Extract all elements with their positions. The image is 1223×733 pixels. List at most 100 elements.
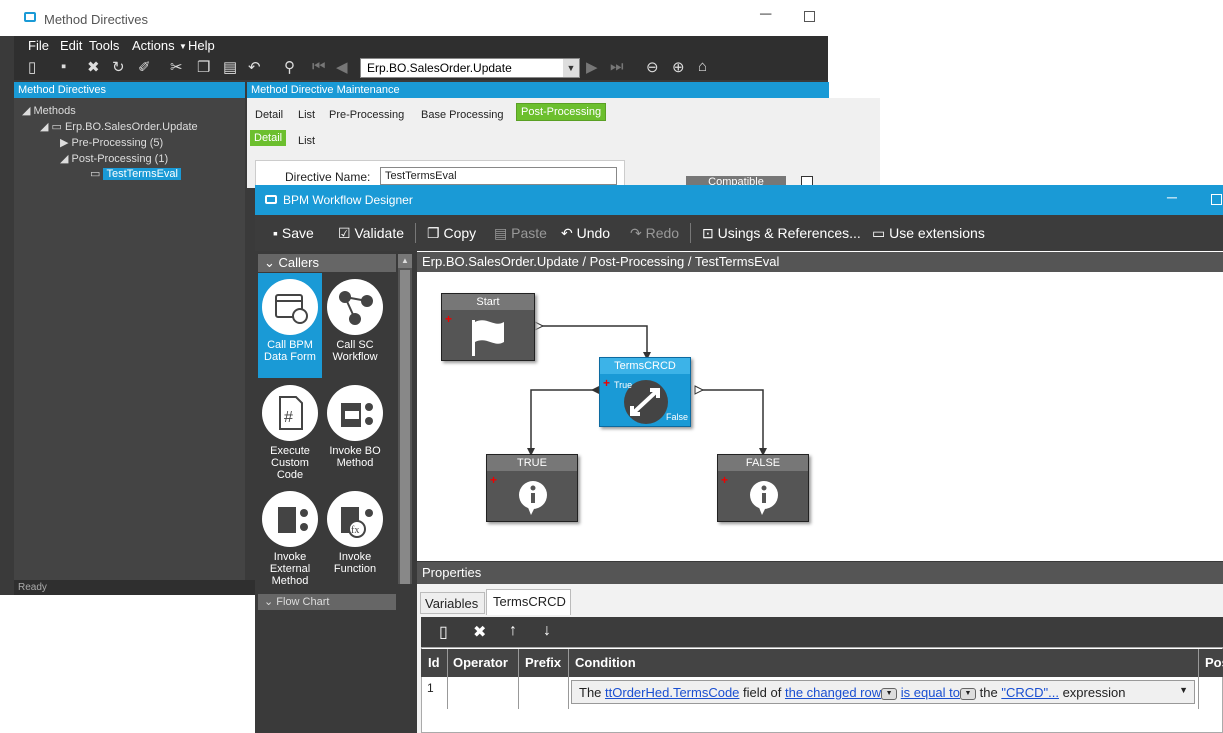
add-icon[interactable]: + [721, 473, 728, 487]
scroll-thumb[interactable] [400, 270, 410, 584]
palette-call-sc-workflow[interactable]: Call SC Workflow [323, 273, 387, 378]
cut-icon[interactable]: ✂ [170, 58, 183, 76]
palette-invoke-external-method[interactable]: Invoke External Method [258, 485, 322, 590]
method-combo[interactable]: Erp.BO.SalesOrder.Update ▼ [360, 58, 580, 78]
usings-button[interactable]: ⊡ Usings & References... [702, 225, 861, 242]
palette-execute-custom-code[interactable]: # Execute Custom Code [258, 379, 322, 484]
first-record-icon[interactable]: ⏮ [312, 58, 326, 75]
col-position[interactable]: Pos [1205, 655, 1223, 670]
tab-variables[interactable]: Variables [420, 592, 485, 614]
subtab-detail[interactable]: Detail [250, 130, 287, 146]
operator-dropdown-icon[interactable]: ▼ [960, 687, 976, 700]
window-title: Method Directives [44, 12, 149, 27]
menu-tools[interactable]: Tools [89, 38, 119, 53]
value-link[interactable]: "CRCD"... [1001, 685, 1059, 700]
move-down-icon[interactable]: ↓ [543, 622, 551, 640]
menu-actions[interactable]: Actions [132, 38, 175, 53]
undo-icon[interactable]: ↶ [248, 58, 261, 76]
add-icon[interactable]: + [603, 376, 610, 390]
menu-file[interactable]: File [28, 38, 49, 53]
palette-call-bpm-data-form[interactable]: Call BPM Data Form [258, 273, 322, 378]
paste-button[interactable]: ▤ Paste [494, 225, 547, 242]
paste-icon[interactable]: ▤ [223, 58, 237, 76]
tree-method[interactable]: ◢ ▭ Erp.BO.SalesOrder.Update [40, 120, 198, 133]
delete-row-icon[interactable]: ✖ [473, 622, 486, 642]
palette-scrollbar[interactable]: ▲ [398, 254, 412, 584]
menu-help[interactable]: Help [188, 38, 215, 53]
col-operator[interactable]: Operator [453, 655, 508, 670]
combo-value: Erp.BO.SalesOrder.Update [367, 61, 512, 75]
tab-detail[interactable]: Detail [255, 109, 283, 121]
chevron-down-icon[interactable]: ▼ [1179, 685, 1188, 695]
refresh-icon[interactable]: ↻ [112, 58, 125, 76]
tab-base-processing[interactable]: Base Processing [421, 109, 504, 121]
scroll-up-icon[interactable]: ▲ [398, 254, 412, 268]
directive-name-input[interactable]: TestTermsEval [380, 167, 617, 185]
callers-group-header[interactable]: ⌄ Callers [258, 254, 396, 272]
tree-post[interactable]: ◢ Post-Processing (1) [60, 152, 168, 165]
move-up-icon[interactable]: ↑ [509, 622, 517, 640]
panel-header: Method Directive Maintenance [247, 82, 829, 98]
field-link[interactable]: ttOrderHed.TermsCode [605, 685, 739, 700]
true-node[interactable]: TRUE + [486, 454, 578, 522]
back-icon[interactable]: ⊖ [646, 58, 659, 76]
clear-icon[interactable]: ✐ [138, 58, 151, 76]
new-row-icon[interactable]: ▯ [439, 622, 448, 642]
col-id[interactable]: Id [428, 655, 440, 670]
save-icon[interactable]: ▪ [61, 58, 66, 75]
minimize-button[interactable]: ─ [1167, 189, 1177, 205]
column-divider [447, 649, 448, 709]
binoculars-icon[interactable]: ⚲ [284, 58, 295, 76]
tab-post-processing[interactable]: Post-Processing [516, 103, 607, 121]
false-node[interactable]: FALSE + [717, 454, 809, 522]
palette-invoke-function[interactable]: fx Invoke Function [323, 485, 387, 590]
row-dropdown-icon[interactable]: ▼ [881, 687, 898, 700]
maximize-button[interactable] [1211, 194, 1222, 205]
condition-node[interactable]: TermsCRCD + True False [599, 357, 691, 427]
code-icon: # [262, 385, 318, 441]
last-record-icon[interactable]: ⏭ [610, 58, 624, 75]
column-divider [1198, 649, 1199, 709]
svg-text:fx: fx [351, 525, 359, 536]
delete-icon[interactable]: ✖ [87, 58, 100, 76]
copy-button[interactable]: ❐ Copy [427, 225, 476, 242]
palette-invoke-bo-method[interactable]: Invoke BO Method [323, 379, 387, 484]
start-node[interactable]: Start + [441, 293, 535, 361]
col-condition[interactable]: Condition [575, 655, 636, 670]
operator-link[interactable]: is equal to [901, 685, 960, 700]
tree-directive[interactable]: ▭ TestTermsEval [90, 167, 181, 180]
new-icon[interactable]: ▯ [28, 58, 36, 76]
minimize-button[interactable]: ─ [760, 6, 771, 24]
maximize-button[interactable] [804, 11, 815, 22]
home-icon[interactable]: ⌂ [698, 58, 707, 75]
tab-list[interactable]: List [298, 109, 315, 121]
undo-button[interactable]: ↶ Undo [561, 225, 610, 242]
col-prefix[interactable]: Prefix [525, 655, 561, 670]
validate-button[interactable]: ☑ Validate [338, 225, 404, 242]
redo-button[interactable]: ↷ Redo [630, 225, 679, 242]
directive-tree: ◢ Methods ◢ ▭ Erp.BO.SalesOrder.Update ▶… [14, 98, 245, 580]
condition-node-title: TermsCRCD [600, 358, 690, 374]
tab-pre-processing[interactable]: Pre-Processing [329, 109, 404, 121]
copy-icon[interactable]: ❐ [197, 58, 210, 76]
add-icon[interactable]: + [490, 473, 497, 487]
prev-record-icon[interactable]: ◀ [336, 58, 348, 76]
subtab-list[interactable]: List [298, 135, 315, 147]
flowchart-group-header[interactable]: ⌄ Flow Chart [258, 594, 396, 610]
add-icon[interactable]: + [445, 312, 452, 326]
chevron-down-icon[interactable]: ▼ [563, 59, 579, 77]
tree-root[interactable]: ◢ Methods [22, 104, 76, 117]
tree-pre[interactable]: ▶ Pre-Processing (5) [60, 136, 163, 149]
designer-title-bar: BPM Workflow Designer ─ [255, 185, 1223, 215]
start-node-title: Start [442, 294, 534, 310]
use-extensions-button[interactable]: ▭ Use extensions [872, 225, 985, 242]
save-button[interactable]: ▪ Save [273, 225, 314, 241]
next-record-icon[interactable]: ▶ [586, 58, 598, 76]
menu-edit[interactable]: Edit [60, 38, 82, 53]
tab-termscrcd[interactable]: TermsCRCD [486, 589, 571, 615]
row-link[interactable]: the changed row [785, 685, 881, 700]
grid-header: Id Operator Prefix Condition Pos [421, 649, 1223, 677]
condition-cell[interactable]: The ttOrderHed.TermsCode field of the ch… [571, 680, 1195, 704]
forward-icon[interactable]: ⊕ [672, 58, 685, 76]
svg-text:#: # [284, 409, 293, 426]
